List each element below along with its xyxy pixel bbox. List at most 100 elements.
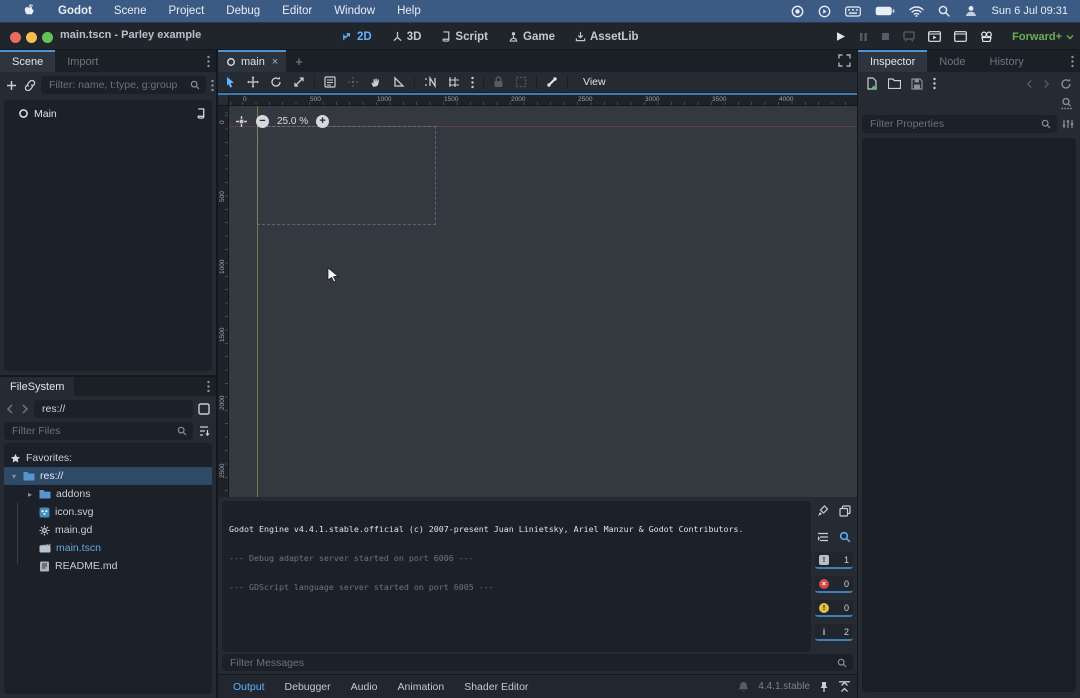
message-filter-field[interactable] — [222, 654, 853, 671]
expand-arrow-icon[interactable]: ▸ — [26, 490, 34, 499]
edit-history-icon[interactable] — [1058, 76, 1074, 92]
scene-filter-input[interactable] — [47, 78, 186, 92]
copy-output-icon[interactable] — [837, 503, 853, 519]
output-log[interactable]: Godot Engine v4.4.1.stable.official (c) … — [222, 501, 811, 652]
inspector-properties-area[interactable] — [862, 138, 1076, 692]
collapse-duplicates-icon[interactable] — [815, 529, 831, 545]
workspace-tab-game[interactable]: Game — [502, 29, 561, 45]
pin-bottom-panel-icon[interactable] — [819, 681, 829, 693]
fs-item-icon-svg[interactable]: icon.svg — [4, 503, 212, 521]
bottom-tab-output[interactable]: Output — [224, 678, 274, 696]
lock-selected-icon[interactable] — [491, 74, 506, 90]
fs-item-main-tscn[interactable]: main.tscn — [4, 539, 212, 557]
output-search-icon[interactable] — [837, 529, 853, 545]
tab-node[interactable]: Node — [927, 50, 977, 72]
scene-node-main[interactable]: Main — [4, 104, 212, 123]
tab-import[interactable]: Import — [55, 50, 110, 72]
keyboard-icon[interactable] — [845, 6, 861, 17]
output-filter-errors-badge[interactable]: × 0 — [815, 576, 853, 593]
open-docs-icon[interactable] — [1058, 95, 1075, 113]
pan-tool-icon[interactable] — [368, 74, 384, 90]
fs-item-addons[interactable]: ▸ addons — [4, 485, 212, 503]
add-node-button[interactable] — [4, 78, 19, 93]
smart-snap-icon[interactable] — [422, 74, 439, 90]
zoom-level-label[interactable]: 25.0 % — [277, 116, 308, 127]
resource-options-menu-icon[interactable] — [931, 75, 938, 92]
inspector-filter-field[interactable] — [862, 115, 1057, 133]
message-filter-input[interactable] — [228, 656, 833, 670]
history-forward-icon[interactable] — [1041, 77, 1052, 91]
notification-bell-icon[interactable] — [738, 681, 749, 693]
apple-menu-icon[interactable] — [12, 4, 47, 18]
load-resource-icon[interactable] — [886, 76, 903, 91]
workspace-tab-script[interactable]: Script — [435, 29, 494, 45]
fs-sort-icon[interactable] — [196, 423, 212, 439]
close-scene-tab-icon[interactable]: × — [272, 56, 278, 68]
history-back-icon[interactable] — [1024, 77, 1035, 91]
expand-viewport-icon[interactable] — [838, 54, 851, 67]
engine-version-label[interactable]: 4.4.1.stable — [758, 681, 810, 692]
output-filter-messages-badge[interactable]: ! 1 — [815, 552, 853, 569]
scene-filter-field[interactable] — [41, 76, 206, 94]
zoom-window-button[interactable] — [42, 32, 53, 43]
tab-inspector[interactable]: Inspector — [858, 50, 927, 72]
select-region-icon[interactable] — [322, 74, 338, 90]
workspace-tab-3d[interactable]: 3D — [386, 29, 428, 45]
save-resource-icon[interactable] — [909, 76, 925, 92]
tab-history[interactable]: History — [978, 50, 1036, 72]
menubar-clock[interactable]: Sun 6 Jul 09:31 — [992, 5, 1068, 17]
remote-debug-button[interactable] — [901, 29, 917, 44]
move-tool-icon[interactable] — [245, 74, 261, 90]
play-current-scene-button[interactable] — [926, 29, 943, 44]
menu-scene[interactable]: Scene — [103, 5, 158, 17]
fs-forward-icon[interactable] — [19, 402, 31, 416]
snap-options-menu-icon[interactable] — [469, 74, 476, 91]
workspace-tab-2d[interactable]: 2D — [336, 29, 378, 45]
zoom-out-button[interactable]: − — [256, 115, 269, 128]
tab-scene[interactable]: Scene — [0, 50, 55, 72]
filesystem-menu-icon[interactable] — [201, 380, 216, 393]
skeleton-options-icon[interactable] — [544, 74, 560, 90]
fs-split-mode-icon[interactable] — [196, 401, 212, 417]
new-scene-tab-button[interactable]: + — [286, 50, 312, 72]
collapse-arrow-icon[interactable]: ▾ — [10, 472, 18, 481]
minimize-window-button[interactable] — [26, 32, 37, 43]
rotate-tool-icon[interactable] — [268, 74, 284, 90]
fs-item-main-gd[interactable]: main.gd — [4, 521, 212, 539]
scene-dock-menu-icon[interactable] — [201, 50, 216, 72]
menu-editor[interactable]: Editor — [271, 5, 323, 17]
expand-bottom-panel-icon[interactable] — [838, 681, 851, 693]
menu-godot[interactable]: Godot — [47, 5, 103, 17]
scene-tree-menu-icon[interactable] — [209, 77, 216, 94]
output-filter-editor-badge[interactable]: i 2 — [815, 624, 853, 641]
center-view-icon[interactable] — [235, 115, 248, 128]
fs-favorites-row[interactable]: Favorites: — [4, 449, 212, 467]
user-switch-icon[interactable] — [964, 5, 978, 17]
bottom-tab-animation[interactable]: Animation — [389, 678, 454, 696]
screen-record-icon[interactable] — [791, 5, 804, 18]
snap-pivot-icon[interactable] — [345, 74, 361, 90]
fs-filter-field[interactable] — [4, 422, 193, 440]
inspector-filter-input[interactable] — [868, 117, 1037, 131]
scene-tab-main[interactable]: main × — [218, 50, 286, 72]
select-tool-icon[interactable] — [222, 74, 238, 91]
new-resource-icon[interactable] — [864, 75, 880, 92]
menu-debug[interactable]: Debug — [215, 5, 271, 17]
output-filter-warnings-badge[interactable]: ! 0 — [815, 600, 853, 617]
spotlight-search-icon[interactable] — [938, 5, 950, 17]
group-selected-icon[interactable] — [513, 74, 529, 90]
bottom-tab-shader-editor[interactable]: Shader Editor — [455, 678, 537, 696]
attached-script-icon[interactable] — [196, 108, 206, 119]
fs-back-icon[interactable] — [4, 402, 16, 416]
close-window-button[interactable] — [10, 32, 21, 43]
wifi-icon[interactable] — [909, 6, 924, 17]
ruler-tool-icon[interactable] — [391, 74, 407, 90]
stop-button[interactable] — [879, 30, 892, 43]
fs-item-readme[interactable]: README.md — [4, 557, 212, 575]
bottom-tab-audio[interactable]: Audio — [342, 678, 387, 696]
fs-filter-input[interactable] — [10, 424, 173, 438]
bottom-tab-debugger[interactable]: Debugger — [276, 678, 340, 696]
play-custom-scene-button[interactable] — [952, 29, 969, 44]
instantiate-scene-button[interactable] — [22, 78, 38, 93]
movie-maker-button[interactable] — [978, 29, 995, 44]
